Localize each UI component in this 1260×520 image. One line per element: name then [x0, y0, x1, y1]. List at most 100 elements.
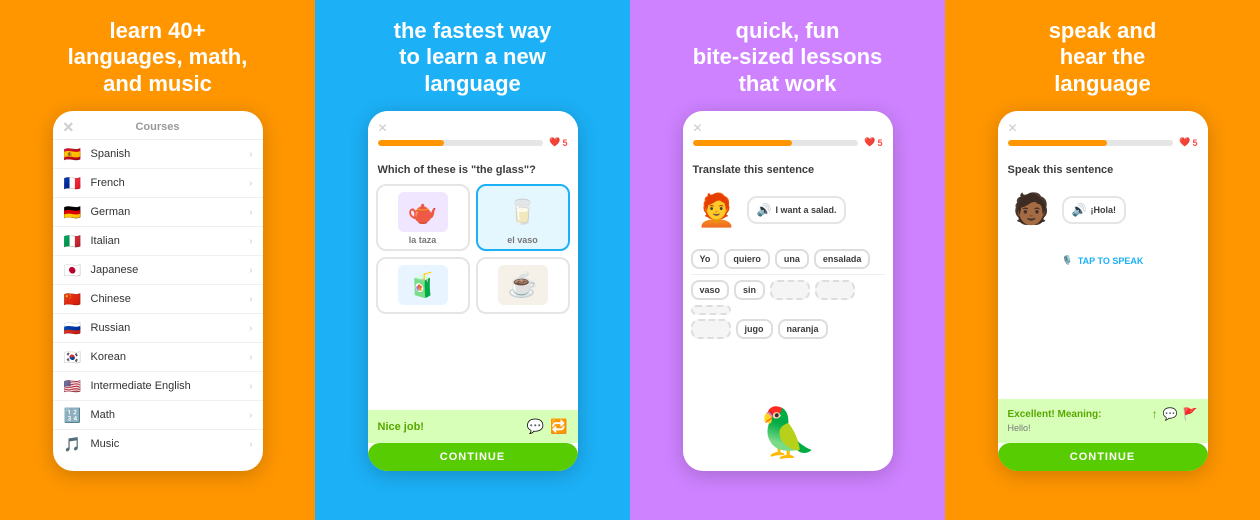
- phone-mockup-3: ✕ ❤️ 5 Translate this sentence 🧑‍🦰 🔊 I w…: [683, 111, 893, 471]
- word-chip[interactable]: sin: [734, 280, 765, 300]
- list-item[interactable]: 🇪🇸 Spanish ›: [53, 140, 263, 169]
- quiz-question: Which of these is "the glass"?: [368, 158, 578, 180]
- word-bank-section: Yo quiero una ensalada vaso sin jugo nar…: [683, 249, 893, 343]
- share-icon[interactable]: ↑: [1152, 407, 1158, 421]
- list-item[interactable]: 🇰🇷 Korean ›: [53, 343, 263, 372]
- card-label: la taza: [409, 235, 437, 245]
- course-name: French: [91, 177, 125, 189]
- quiz-card-selected[interactable]: 🥛 el vaso: [476, 184, 570, 251]
- progress-bar-section: ❤️ 5: [378, 137, 568, 148]
- phone-mockup-4: ✕ ❤️ 5 Speak this sentence 🧑🏾 🔊 ¡Hola!: [998, 111, 1208, 471]
- courses-header: ✕ Courses: [53, 111, 263, 140]
- panel-2-title: the fastest wayto learn a newlanguage: [394, 18, 552, 97]
- course-list: 🇪🇸 Spanish › 🇫🇷 French › 🇩🇪 German › 🇮🇹 …: [53, 140, 263, 458]
- quiz-card[interactable]: ☕: [476, 257, 570, 314]
- flag-russian: 🇷🇺: [63, 321, 83, 335]
- flag-icon[interactable]: 🚩: [1183, 407, 1198, 421]
- translate-title: Translate this sentence: [693, 164, 883, 176]
- word-chip[interactable]: jugo: [736, 319, 773, 339]
- list-item[interactable]: 🇨🇳 Chinese ›: [53, 285, 263, 314]
- audio-icon[interactable]: 🔊: [757, 203, 772, 217]
- course-name: Russian: [91, 322, 131, 334]
- close-icon[interactable]: ✕: [63, 119, 75, 136]
- phone-mockup-2: ✕ ❤️ 5 Which of these is "the glass"? 🫖 …: [368, 111, 578, 471]
- list-item[interactable]: 🔢 Math ›: [53, 401, 263, 430]
- word-chip-blank[interactable]: [691, 305, 731, 315]
- flag-french: 🇫🇷: [63, 176, 83, 190]
- list-item[interactable]: 🇯🇵 Japanese ›: [53, 256, 263, 285]
- speech-bubble: 🔊 I want a salad.: [747, 196, 847, 224]
- chevron-icon: ›: [249, 439, 252, 450]
- list-item[interactable]: 🇺🇸 Intermediate English ›: [53, 372, 263, 401]
- word-chip-blank[interactable]: [691, 319, 731, 339]
- flag-english: 🇺🇸: [63, 379, 83, 393]
- close-icon[interactable]: ✕: [1008, 121, 1018, 135]
- chevron-icon: ›: [249, 178, 252, 189]
- audio-icon[interactable]: 🔊: [1072, 203, 1087, 217]
- share-icon[interactable]: 🔁: [550, 418, 567, 435]
- word-chip-blank[interactable]: [815, 280, 855, 300]
- panel-languages: learn 40+languages, math,and music ✕ Cou…: [0, 0, 315, 520]
- close-icon[interactable]: ✕: [378, 121, 388, 135]
- tap-to-speak-button[interactable]: 🎙️ TAP TO SPEAK: [1008, 247, 1198, 274]
- course-name: Italian: [91, 235, 120, 247]
- close-icon[interactable]: ✕: [693, 121, 703, 135]
- word-chip[interactable]: ensalada: [814, 249, 871, 269]
- panel-translate: quick, funbite-sized lessonsthat work ✕ …: [630, 0, 945, 520]
- quiz-card[interactable]: 🧃: [376, 257, 470, 314]
- word-chip[interactable]: vaso: [691, 280, 730, 300]
- quiz-header: ✕ ❤️ 5: [368, 111, 578, 158]
- phone-mockup-1: ✕ Courses 🇪🇸 Spanish › 🇫🇷 French › 🇩🇪 Ge…: [53, 111, 263, 471]
- course-name: Music: [91, 438, 120, 450]
- flag-chinese: 🇨🇳: [63, 292, 83, 306]
- chevron-icon: ›: [249, 236, 252, 247]
- list-item[interactable]: 🇮🇹 Italian ›: [53, 227, 263, 256]
- quiz-card[interactable]: 🫖 la taza: [376, 184, 470, 251]
- quiz-footer: Nice job! 💬 🔁: [368, 410, 578, 443]
- continue-button[interactable]: CONTINUE: [368, 443, 578, 471]
- excellent-icons: ↑ 💬 🚩: [1152, 407, 1198, 421]
- panel-3-title: quick, funbite-sized lessonsthat work: [693, 18, 883, 97]
- answer-row: Yo quiero una ensalada: [691, 249, 885, 269]
- word-chip[interactable]: una: [775, 249, 809, 269]
- flag-music: 🎵: [63, 437, 83, 451]
- speak-section: Speak this sentence 🧑🏾 🔊 ¡Hola! 🎙️ TAP T…: [998, 158, 1208, 278]
- progress-bar-section: ❤️ 5: [693, 137, 883, 148]
- list-item[interactable]: 🎵 Music ›: [53, 430, 263, 458]
- chevron-icon: ›: [249, 352, 252, 363]
- chevron-icon: ›: [249, 149, 252, 160]
- quiz-header: ✕ ❤️ 5: [683, 111, 893, 158]
- course-name: Intermediate English: [91, 380, 191, 392]
- panel-4-title: speak andhear thelanguage: [1049, 18, 1157, 97]
- word-chip[interactable]: naranja: [778, 319, 828, 339]
- list-item[interactable]: 🇩🇪 German ›: [53, 198, 263, 227]
- tap-label: TAP TO SPEAK: [1078, 256, 1144, 266]
- list-item[interactable]: 🇷🇺 Russian ›: [53, 314, 263, 343]
- word-chip[interactable]: Yo: [691, 249, 720, 269]
- footer-icons: 💬 🔁: [527, 418, 568, 435]
- continue-button[interactable]: CONTINUE: [998, 443, 1208, 471]
- progress-bar-background: [693, 140, 859, 146]
- hearts-display: ❤️ 5: [549, 137, 567, 148]
- list-item[interactable]: 🇫🇷 French ›: [53, 169, 263, 198]
- speech-text: I want a salad.: [775, 205, 836, 215]
- hearts-display: ❤️ 5: [1179, 137, 1197, 148]
- flag-japanese: 🇯🇵: [63, 263, 83, 277]
- chevron-icon: ›: [249, 381, 252, 392]
- excellent-title: Excellent! Meaning:: [1008, 409, 1102, 420]
- progress-bar-section: ❤️ 5: [1008, 137, 1198, 148]
- card-image: 🫖: [398, 192, 448, 232]
- course-name: Spanish: [91, 148, 131, 160]
- panel-1-title: learn 40+languages, math,and music: [68, 18, 248, 97]
- comment-icon[interactable]: 💬: [527, 418, 544, 435]
- course-name: German: [91, 206, 131, 218]
- comment-icon[interactable]: 💬: [1163, 407, 1178, 421]
- nice-job-text: Nice job!: [378, 421, 424, 433]
- chevron-icon: ›: [249, 323, 252, 334]
- excellent-header: Excellent! Meaning: ↑ 💬 🚩: [1008, 407, 1198, 421]
- panel-quiz: the fastest wayto learn a newlanguage ✕ …: [315, 0, 630, 520]
- speech-bubble: 🔊 ¡Hola!: [1062, 196, 1126, 224]
- word-chip[interactable]: quiero: [724, 249, 770, 269]
- word-chip-blank[interactable]: [770, 280, 810, 300]
- word-bank-row-2: jugo naranja: [691, 319, 885, 339]
